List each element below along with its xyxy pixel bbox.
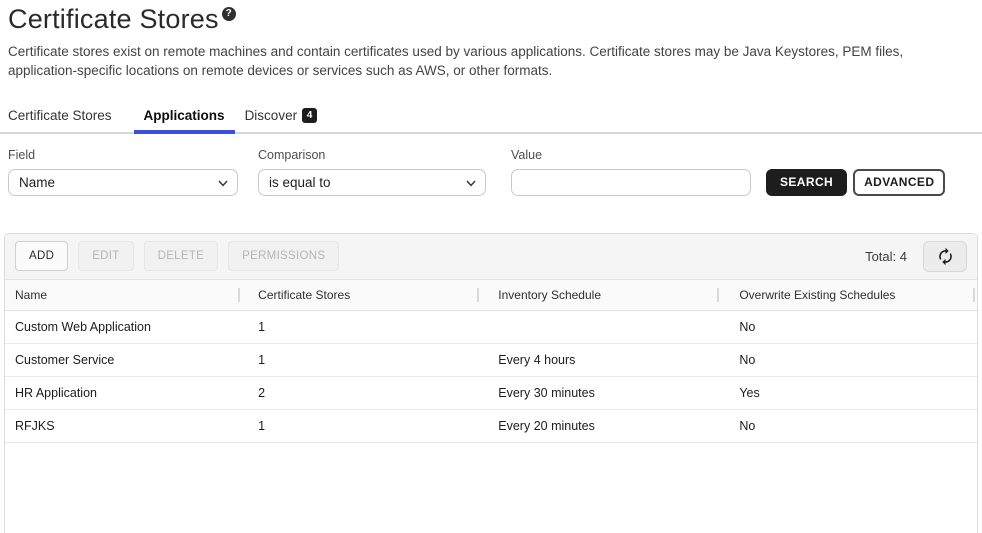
table-cell: 2 xyxy=(242,377,481,409)
column-header[interactable]: Inventory Schedule xyxy=(481,280,721,310)
refresh-button[interactable] xyxy=(923,241,967,272)
table-row[interactable]: Custom Web Application1 No xyxy=(5,311,977,344)
table-cell: Every 20 minutes xyxy=(481,410,721,442)
page-title: Certificate Stores xyxy=(8,5,219,35)
table-cell: HR Application xyxy=(5,377,242,409)
field-select[interactable]: Name xyxy=(8,169,238,196)
column-header[interactable]: Certificate Stores xyxy=(242,280,481,310)
total-count: Total: 4 xyxy=(865,249,907,264)
edit-button: EDIT xyxy=(78,241,133,271)
table-row[interactable]: Customer Service1Every 4 hoursNo xyxy=(5,344,977,377)
table-cell: No xyxy=(721,410,977,442)
applications-grid: ADD EDIT DELETE PERMISSIONS Total: 4 Nam… xyxy=(4,233,978,533)
table-cell: RFJKS xyxy=(5,410,242,442)
table-cell: 1 xyxy=(242,311,481,343)
tab-label: Applications xyxy=(144,108,225,123)
page-description: Certificate stores exist on remote machi… xyxy=(8,42,970,81)
table-cell: Custom Web Application xyxy=(5,311,242,343)
page-header: Certificate Stores ? xyxy=(0,0,982,35)
table-cell: Every 30 minutes xyxy=(481,377,721,409)
refresh-icon xyxy=(936,247,955,266)
table-cell: 1 xyxy=(242,410,481,442)
comparison-label: Comparison xyxy=(258,148,486,162)
help-icon[interactable]: ? xyxy=(222,7,236,21)
table-cell xyxy=(481,311,721,343)
table-row[interactable]: RFJKS1Every 20 minutesNo xyxy=(5,410,977,443)
tab-discover[interactable]: Discover 4 xyxy=(235,104,328,134)
delete-button: DELETE xyxy=(144,241,219,271)
permissions-button: PERMISSIONS xyxy=(228,241,339,271)
tab-certificate-stores[interactable]: Certificate Stores xyxy=(8,104,122,134)
table-cell: 1 xyxy=(242,344,481,376)
value-input[interactable] xyxy=(511,169,751,196)
table-cell: No xyxy=(721,311,977,343)
table-cell: No xyxy=(721,344,977,376)
field-label: Field xyxy=(8,148,238,162)
tab-label: Certificate Stores xyxy=(8,108,112,123)
grid-toolbar: ADD EDIT DELETE PERMISSIONS Total: 4 xyxy=(5,234,977,280)
value-label: Value xyxy=(511,148,751,162)
table-cell: Customer Service xyxy=(5,344,242,376)
table-cell: Yes xyxy=(721,377,977,409)
column-header[interactable]: Name xyxy=(5,280,242,310)
table-body: Custom Web Application1NoCustomer Servic… xyxy=(5,311,977,443)
table-row[interactable]: HR Application2Every 30 minutesYes xyxy=(5,377,977,410)
tab-applications[interactable]: Applications xyxy=(134,104,235,134)
table-cell: Every 4 hours xyxy=(481,344,721,376)
advanced-button[interactable]: ADVANCED xyxy=(853,169,945,196)
tab-bar: Certificate Stores Applications Discover… xyxy=(0,104,982,134)
column-header[interactable]: Overwrite Existing Schedules xyxy=(721,280,977,310)
table-header-row: NameCertificate StoresInventory Schedule… xyxy=(5,280,977,311)
search-button[interactable]: SEARCH xyxy=(766,169,847,196)
discover-count-badge: 4 xyxy=(302,108,317,123)
add-button[interactable]: ADD xyxy=(15,241,68,271)
tab-label: Discover xyxy=(245,108,298,123)
comparison-select[interactable]: is equal to xyxy=(258,169,486,196)
filter-bar: Field Name Comparison is equal to Value … xyxy=(8,148,974,196)
